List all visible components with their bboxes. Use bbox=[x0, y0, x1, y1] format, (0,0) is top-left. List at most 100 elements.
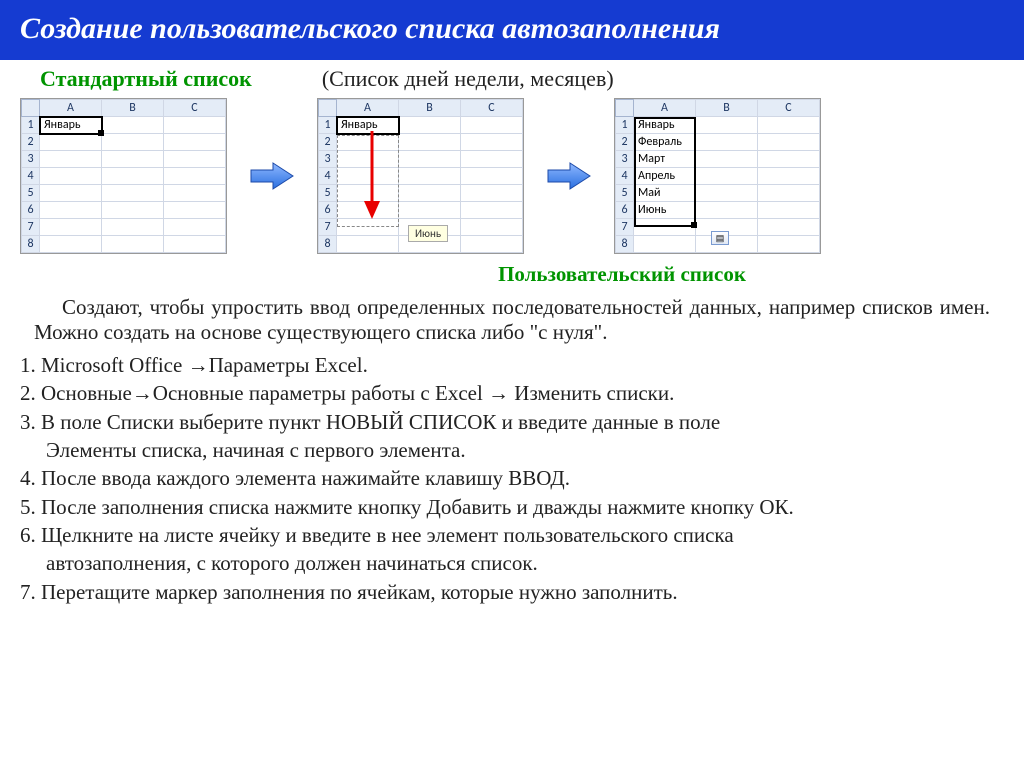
cell bbox=[696, 134, 758, 151]
cell-A6: Июнь bbox=[634, 202, 696, 219]
cell-A1: Январь bbox=[40, 117, 102, 134]
arrow-right-icon bbox=[546, 160, 592, 192]
cell bbox=[399, 117, 461, 134]
row-header: 3 bbox=[319, 151, 337, 168]
step-3-line1: 3. В поле Списки выберите пункт НОВЫЙ СП… bbox=[20, 408, 1004, 436]
cell bbox=[399, 134, 461, 151]
row-header: 4 bbox=[22, 168, 40, 185]
row-header: 6 bbox=[616, 202, 634, 219]
cell bbox=[40, 134, 102, 151]
cell bbox=[40, 185, 102, 202]
cell bbox=[696, 151, 758, 168]
cell bbox=[758, 202, 820, 219]
cell bbox=[337, 202, 399, 219]
row-header: 3 bbox=[22, 151, 40, 168]
select-all-corner bbox=[616, 100, 634, 117]
cell bbox=[461, 185, 523, 202]
cell bbox=[164, 202, 226, 219]
row-header: 4 bbox=[616, 168, 634, 185]
cell bbox=[696, 168, 758, 185]
row-header: 5 bbox=[319, 185, 337, 202]
col-header-C: C bbox=[164, 100, 226, 117]
col-header-B: B bbox=[399, 100, 461, 117]
step-1: 1. Microsoft Office →Параметры Excel. bbox=[20, 351, 1004, 379]
slide-title: Создание пользовательского списка автоза… bbox=[0, 0, 1024, 60]
step-6-line1: 6. Щелкните на листе ячейку и введите в … bbox=[20, 521, 1004, 549]
cell bbox=[40, 236, 102, 253]
cell bbox=[102, 168, 164, 185]
instruction-steps: 1. Microsoft Office →Параметры Excel. 2.… bbox=[0, 349, 1024, 610]
row-header: 6 bbox=[22, 202, 40, 219]
col-header-C: C bbox=[758, 100, 820, 117]
step-6-line2: автозаполнения, с которого должен начина… bbox=[20, 549, 1004, 577]
cell bbox=[164, 185, 226, 202]
row-header: 2 bbox=[22, 134, 40, 151]
cell bbox=[461, 202, 523, 219]
cell bbox=[337, 219, 399, 236]
description-paragraph: Создают, чтобы упростить ввод определенн… bbox=[0, 289, 1024, 349]
cell bbox=[337, 185, 399, 202]
row-header: 8 bbox=[22, 236, 40, 253]
col-header-B: B bbox=[696, 100, 758, 117]
row-header: 4 bbox=[319, 168, 337, 185]
col-header-A: A bbox=[634, 100, 696, 117]
cell bbox=[102, 117, 164, 134]
cell-A1: Январь bbox=[634, 117, 696, 134]
cell bbox=[102, 151, 164, 168]
cell bbox=[696, 202, 758, 219]
cell bbox=[461, 117, 523, 134]
row-header: 7 bbox=[616, 219, 634, 236]
cell bbox=[164, 117, 226, 134]
cell bbox=[634, 236, 696, 253]
cell bbox=[40, 219, 102, 236]
row-header: 1 bbox=[319, 117, 337, 134]
cell bbox=[164, 168, 226, 185]
row-header: 7 bbox=[22, 219, 40, 236]
cell bbox=[399, 202, 461, 219]
row-header: 7 bbox=[319, 219, 337, 236]
cell-value: Январь bbox=[341, 118, 378, 132]
row-header: 8 bbox=[319, 236, 337, 253]
cell bbox=[461, 134, 523, 151]
autofill-tooltip: Июнь bbox=[408, 225, 448, 242]
cell bbox=[758, 185, 820, 202]
row-header: 1 bbox=[616, 117, 634, 134]
fill-handle bbox=[98, 130, 104, 136]
cell bbox=[102, 134, 164, 151]
cell bbox=[461, 219, 523, 236]
arrow-right-icon bbox=[249, 160, 295, 192]
excel-sheet-2: A B C 1 Январь 2 3 4 5 6 7 8 Июнь bbox=[317, 98, 524, 254]
row-header: 2 bbox=[616, 134, 634, 151]
cell bbox=[461, 236, 523, 253]
cell bbox=[696, 185, 758, 202]
standard-list-heading: Стандартный список bbox=[40, 66, 252, 92]
cell bbox=[164, 219, 226, 236]
step-3-line2: Элементы списка, начиная с первого элеме… bbox=[20, 436, 1004, 464]
user-list-heading: Пользовательский список bbox=[220, 262, 1024, 287]
cell bbox=[758, 134, 820, 151]
autofill-options-icon: ▤ bbox=[711, 231, 729, 245]
cell-A5: Май bbox=[634, 185, 696, 202]
cell bbox=[164, 151, 226, 168]
cell bbox=[399, 151, 461, 168]
step-2: 2. Основные→Основные параметры работы с … bbox=[20, 379, 1004, 407]
col-header-A: A bbox=[40, 100, 102, 117]
select-all-corner bbox=[319, 100, 337, 117]
cell bbox=[337, 151, 399, 168]
cell bbox=[102, 185, 164, 202]
cell bbox=[164, 134, 226, 151]
cell bbox=[399, 185, 461, 202]
row-header: 3 bbox=[616, 151, 634, 168]
cell bbox=[399, 168, 461, 185]
cell bbox=[102, 236, 164, 253]
select-all-corner bbox=[22, 100, 40, 117]
cell-A3: Март bbox=[634, 151, 696, 168]
cell bbox=[337, 236, 399, 253]
cell bbox=[758, 117, 820, 134]
cell-A2: Февраль bbox=[634, 134, 696, 151]
excel-sheet-1: A B C 1 Январь 2 3 4 5 6 7 8 bbox=[20, 98, 227, 254]
row-header: 6 bbox=[319, 202, 337, 219]
cell-A4: Апрель bbox=[634, 168, 696, 185]
cell bbox=[40, 151, 102, 168]
cell bbox=[461, 168, 523, 185]
